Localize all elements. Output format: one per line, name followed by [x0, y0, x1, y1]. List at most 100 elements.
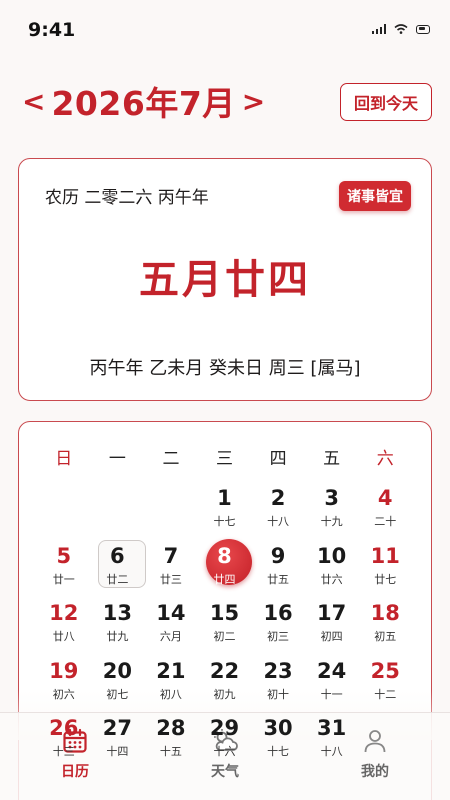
day-number: 25 [370, 658, 400, 683]
day-cell[interactable]: 16 初三 [251, 595, 305, 653]
day-cell[interactable]: 18 初五 [358, 595, 412, 653]
weekday-thu: 四 [269, 449, 287, 469]
lunar-date: 廿二 [106, 572, 129, 586]
weekday-sun: 日 [55, 449, 73, 469]
signal-icon [371, 24, 386, 34]
day-number: 21 [156, 658, 186, 683]
lunar-date: 初四 [320, 630, 343, 643]
day-cell[interactable]: 25 十二 [358, 653, 412, 711]
lunar-date: 十三 [52, 745, 75, 758]
day-cell[interactable]: 3 十九 [305, 480, 359, 538]
weekday-mon: 一 [108, 449, 126, 469]
day-cell[interactable]: 9 廿五 [251, 538, 305, 596]
lunar-date: 初二 [213, 630, 236, 643]
day-number: 10 [317, 543, 347, 568]
lunar-date: 十五 [159, 745, 182, 758]
day-number: 15 [209, 601, 240, 625]
status-icons [371, 24, 430, 34]
lunar-year: 农历 二零二六 丙午年 [45, 188, 209, 208]
day-number: 2 [270, 486, 286, 510]
lunar-info-card: 农历 二零二六 丙午年 诸事皆宜 五月廿四 丙午年 乙未月 癸未日 周三 [属马… [18, 158, 432, 401]
lunar-date: 廿九 [106, 630, 129, 643]
day-cell[interactable]: 20 初七 [91, 653, 145, 711]
day-cell[interactable]: 13 廿九 [91, 595, 145, 653]
lunar-date: 廿三 [159, 572, 182, 586]
lunar-day: 五月廿四 [139, 257, 311, 303]
lunar-date: 廿七 [374, 572, 397, 586]
day-number: 29 [209, 716, 240, 740]
lunar-date: 十七 [267, 745, 290, 758]
day-number: 14 [156, 601, 186, 625]
lunar-date: 初九 [213, 687, 236, 701]
day-number: 3 [324, 486, 339, 510]
day-number: 6 [110, 543, 125, 568]
day-number: 22 [209, 658, 240, 683]
day-cell[interactable]: 17 初四 [305, 595, 359, 653]
day-cell[interactable]: 10 廿六 [305, 538, 359, 596]
day-number: 30 [263, 716, 293, 740]
lunar-date: 初七 [106, 687, 129, 701]
weekday-fri: 五 [323, 449, 341, 469]
day-cell[interactable]: 4 二十 [358, 480, 412, 538]
lunar-date: 初八 [159, 687, 182, 701]
day-number: 7 [163, 543, 179, 568]
next-month-button[interactable]: > [242, 85, 265, 118]
month-nav: < 2026年7月 > [22, 78, 265, 124]
status-bar: 9:41 [0, 0, 450, 56]
day-cell[interactable]: 14 六月 [144, 595, 198, 653]
day-number: 11 [370, 543, 400, 568]
day-number: 4 [377, 486, 393, 510]
lunar-date: 初六 [52, 687, 75, 701]
month-header: < 2026年7月 > 回到今天 [22, 78, 432, 124]
day-number: 28 [156, 716, 186, 740]
day-number: 24 [317, 658, 347, 683]
lunar-date: 十四 [106, 745, 129, 758]
back-to-today-button[interactable]: 回到今天 [340, 83, 432, 121]
lunar-date: 十一 [320, 687, 343, 701]
lunar-date: 初三 [267, 630, 290, 643]
day-number: 13 [102, 601, 132, 625]
day-number: 12 [49, 601, 79, 625]
day-number: 31 [317, 716, 347, 740]
user-icon [364, 730, 386, 753]
lunar-date: 初十 [267, 687, 290, 701]
tab-calendar-label: 日历 [61, 764, 89, 780]
day-cell[interactable]: 23 初十 [251, 653, 305, 711]
day-cell[interactable]: 21 初八 [144, 653, 198, 711]
day-cell-empty [37, 480, 91, 538]
fortune-badge: 诸事皆宜 [339, 181, 411, 211]
day-cell-empty [144, 480, 198, 538]
day-cell[interactable]: 12 廿八 [37, 595, 91, 653]
day-cell[interactable]: 2 十八 [251, 480, 305, 538]
day-cell[interactable]: 5 廿一 [37, 538, 91, 596]
tab-weather-label: 天气 [211, 764, 239, 780]
day-cell[interactable]: 22 初九 [198, 653, 252, 711]
lunar-date: 十六 [213, 745, 236, 758]
day-number: 1 [217, 486, 232, 510]
lunar-date: 廿四 [213, 572, 236, 586]
day-cell[interactable]: 19 初六 [37, 653, 91, 711]
lunar-date: 十八 [267, 515, 290, 528]
day-cell[interactable]: 24 十一 [305, 653, 359, 711]
day-cell[interactable]: 1 十七 [198, 480, 252, 538]
day-number: 27 [102, 716, 132, 740]
wifi-icon [394, 24, 408, 34]
lunar-date: 十八 [320, 745, 343, 758]
day-cell[interactable]: 11 廿七 [358, 538, 412, 596]
day-number: 5 [56, 543, 72, 568]
day-cell-selected[interactable]: 8 廿四 [198, 538, 252, 596]
lunar-date: 十二 [374, 687, 397, 701]
month-title: 2026年7月 [51, 84, 236, 123]
lunar-date: 十九 [320, 515, 343, 528]
day-cell-today[interactable]: 6 廿二 [91, 538, 146, 596]
lunar-date: 廿五 [267, 572, 290, 586]
lunar-date: 廿一 [52, 572, 75, 586]
day-cell[interactable]: 7 廿三 [144, 538, 198, 596]
day-cell[interactable]: 15 初二 [198, 595, 252, 653]
lunar-date: 十七 [213, 515, 236, 528]
day-number: 8 [217, 543, 232, 568]
lunar-date: 廿八 [52, 630, 75, 643]
prev-month-button[interactable]: < [22, 85, 45, 118]
lunar-date: 初五 [374, 630, 397, 643]
day-cell-empty [91, 480, 145, 538]
